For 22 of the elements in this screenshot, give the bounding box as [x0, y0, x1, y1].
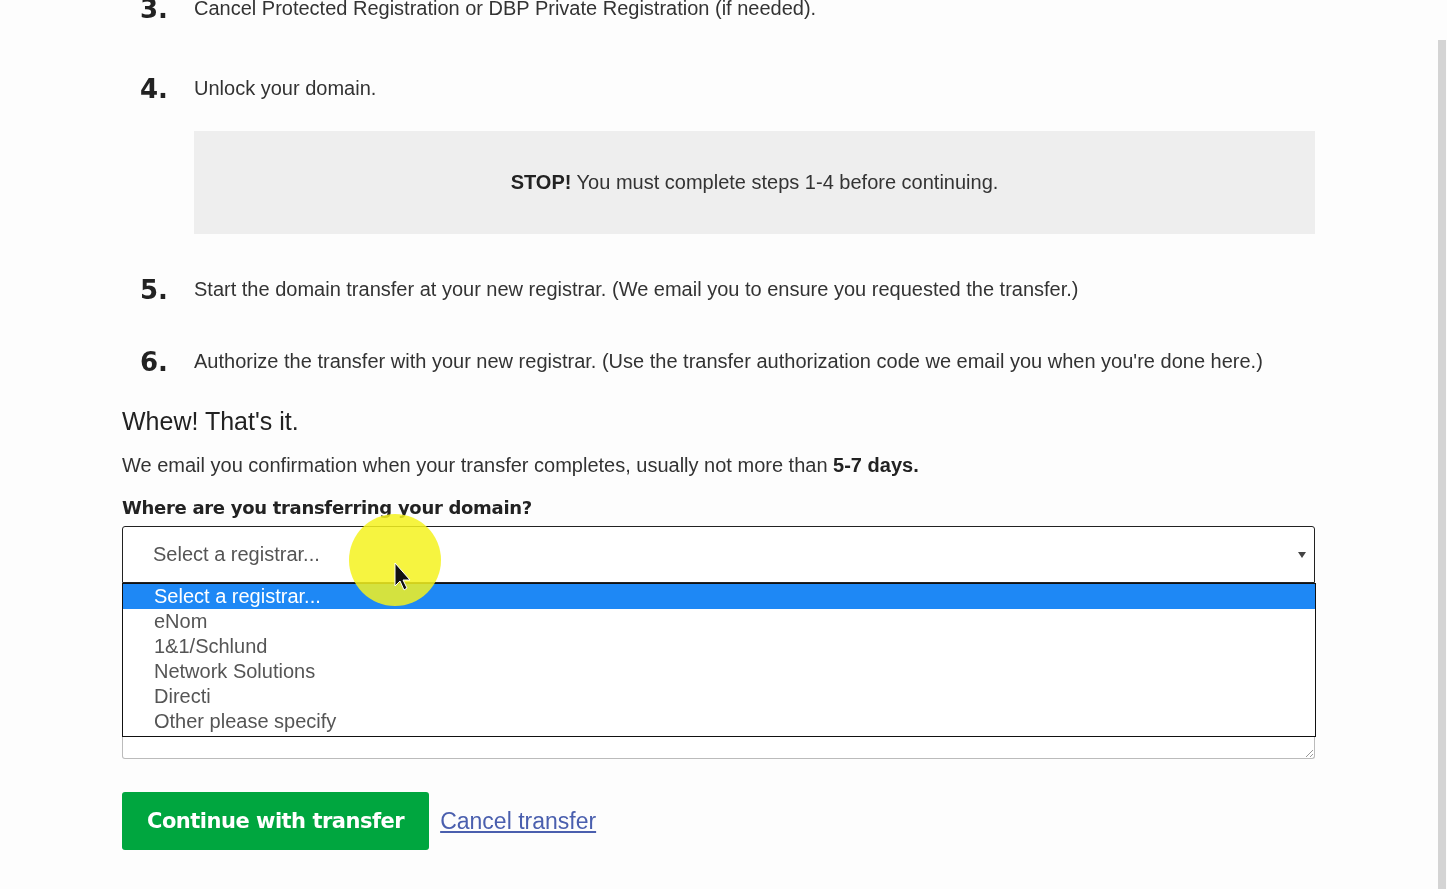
step-number: 4.	[140, 75, 169, 103]
summary-text: We email you confirmation when your transfer completes, usually not more than 5-7 days.	[122, 453, 920, 477]
scrollbar[interactable]	[1438, 40, 1446, 889]
dropdown-option[interactable]: Select a registrar...	[123, 584, 1315, 609]
resize-grip-icon[interactable]	[1305, 749, 1313, 757]
dropdown-option[interactable]: 1&1/Schlund	[123, 634, 1315, 659]
cancel-link[interactable]: Cancel transfer	[440, 807, 597, 835]
step-text: Unlock your domain.	[194, 76, 378, 101]
step-number: 6.	[140, 348, 169, 376]
dropdown-option[interactable]: Network Solutions	[123, 659, 1315, 684]
dropdown-option[interactable]: Directi	[123, 684, 1315, 709]
notice-text: STOP! You must complete steps 1-4 before continuing.	[510, 171, 999, 194]
caret-icon	[1298, 551, 1306, 558]
dropdown-option[interactable]: eNom	[123, 609, 1315, 634]
step-text: Cancel Protected Registration or DBP Private Registration (if needed).	[194, 0, 818, 21]
step-text: Start the domain transfer at your new registrar. (We email you to ensure you requested the transfer.)	[194, 277, 1080, 302]
summary-heading: Whew! That's it.	[122, 406, 300, 436]
step-number: 5.	[140, 276, 169, 304]
form-question: Where are you transferring your domain?	[122, 497, 533, 519]
registrar-select[interactable]: Select a registrar...	[122, 526, 1315, 583]
dropdown-option[interactable]: Other please specify	[123, 709, 1315, 734]
step-text: Authorize the transfer with your new registrar. (Use the transfer authorization code we email you when you're done here.)	[194, 349, 1264, 374]
